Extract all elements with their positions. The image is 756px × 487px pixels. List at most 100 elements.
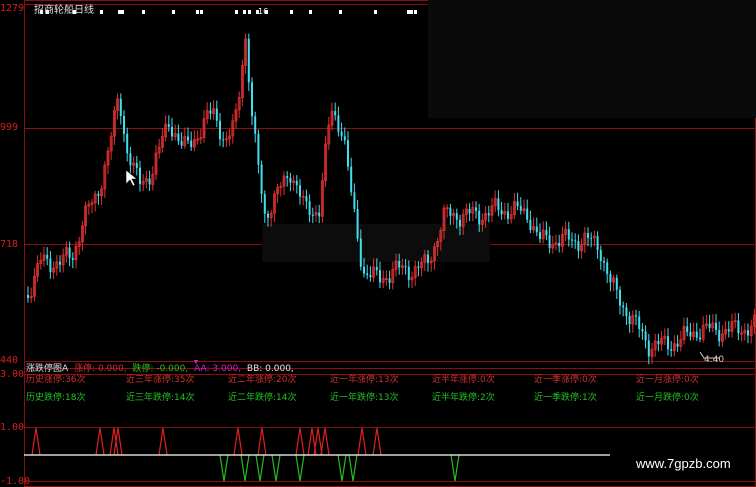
candle-body (644, 331, 647, 341)
event-marker (196, 10, 199, 14)
stat-limit-down: 近三年跌停:14次 (126, 393, 195, 403)
limit-down-spike (255, 454, 265, 482)
candle-body (337, 115, 340, 132)
candle-body (590, 237, 593, 239)
candle-body (209, 110, 212, 114)
stat-limit-up: 近三年涨停:35次 (126, 375, 195, 385)
candle-body (46, 254, 49, 259)
candle-body (475, 207, 477, 211)
candle-body (369, 275, 372, 278)
limit-up-spike (372, 427, 382, 456)
legend-bb: BB: 0.000, (246, 364, 294, 374)
candle-body (689, 331, 692, 337)
candle-body (574, 240, 577, 242)
candle-body (257, 133, 260, 165)
candle-body (657, 340, 660, 345)
limit-up-spike (31, 427, 41, 456)
candle-body (222, 139, 225, 141)
event-marker (235, 10, 238, 14)
candle-body (311, 214, 314, 216)
candle-body (622, 305, 625, 308)
candle-body (398, 261, 401, 268)
watermark: www.7gpzb.com (636, 456, 731, 471)
candle-body (497, 198, 500, 211)
event-marker (248, 10, 251, 14)
candle-body (737, 320, 740, 334)
candle-body (340, 131, 343, 137)
candle-body (571, 239, 573, 241)
stat-limit-down: 近一月跌停:0次 (636, 393, 699, 403)
candle-body (375, 266, 378, 271)
candle-body (676, 343, 679, 347)
candle-body (363, 266, 365, 274)
candle-body (625, 307, 628, 317)
candle-body (167, 124, 170, 127)
candle-body (529, 219, 532, 230)
candle-body (126, 133, 129, 154)
limit-down-spike (348, 454, 358, 482)
limit-up-spike (158, 427, 168, 456)
candle-body (628, 316, 631, 325)
stat-limit-up: 近一月涨停:0次 (636, 375, 699, 385)
candle-body (695, 331, 698, 338)
candle-body (308, 201, 311, 215)
limit-up-spike (295, 427, 305, 456)
limit-up-spike (320, 427, 330, 456)
price-axis-label: 718 (0, 239, 19, 250)
candle-body (263, 193, 266, 214)
candle-body (129, 153, 132, 166)
candle-body (305, 196, 308, 202)
candle-body (135, 162, 138, 168)
candle-body (615, 277, 618, 290)
candle-body (59, 261, 61, 265)
candle-body (187, 136, 189, 141)
candle-body (647, 340, 650, 357)
candle-body (449, 207, 452, 216)
indicator-name[interactable]: 涨跌停图A (26, 364, 68, 374)
candle-body (139, 167, 141, 185)
limit-up-spike (233, 427, 243, 456)
stat-limit-up: 历史涨停:36次 (26, 375, 86, 385)
candle-body (747, 330, 749, 336)
candle-body (171, 126, 173, 137)
candle-body (353, 192, 356, 210)
candle-body (500, 210, 503, 215)
price-axis-label: 440 (0, 355, 19, 366)
overlay-panel (262, 224, 490, 262)
candle-body (417, 266, 420, 268)
price-axis-label: 999 (0, 122, 19, 133)
candle-body (318, 212, 321, 217)
candle-body (587, 233, 589, 238)
indicator-axis-label: 1.00 (0, 422, 25, 433)
candle-body (519, 206, 522, 211)
chart-canvas[interactable]: 16 (0, 0, 756, 487)
price-annotation: 4.40 (704, 355, 725, 365)
candle-body (715, 322, 717, 331)
candle-body (247, 38, 250, 83)
candle-body (548, 235, 551, 248)
limit-up-spike (313, 427, 323, 456)
legend-aa: AA: 3.000, (194, 364, 242, 374)
candle-body (526, 208, 529, 220)
candle-body (516, 201, 519, 207)
stat-limit-down: 近一季跌停:1次 (534, 393, 597, 403)
candle-body (347, 140, 349, 167)
event-marker (200, 10, 203, 14)
candle-body (603, 261, 605, 263)
candle-body (609, 274, 612, 283)
candle-body (27, 295, 29, 298)
stat-limit-down: 历史跌停:18次 (26, 393, 86, 403)
event-marker (407, 10, 410, 14)
stock-chart-window: 16 招商轮船日线 1279 999 718 440 3.00 1.00 -1.… (0, 0, 756, 487)
candle-body (455, 213, 458, 220)
event-marker (290, 10, 293, 14)
event-marker (100, 10, 103, 14)
stat-limit-down: 近一年跌停:13次 (330, 393, 399, 403)
candle-body (699, 337, 701, 340)
limit-up-spike (95, 427, 105, 456)
candle-body (558, 242, 561, 247)
price-axis-label: 1279 (0, 3, 25, 14)
candle-body (68, 247, 71, 258)
candle-body (667, 336, 669, 350)
candle-body (356, 209, 359, 239)
